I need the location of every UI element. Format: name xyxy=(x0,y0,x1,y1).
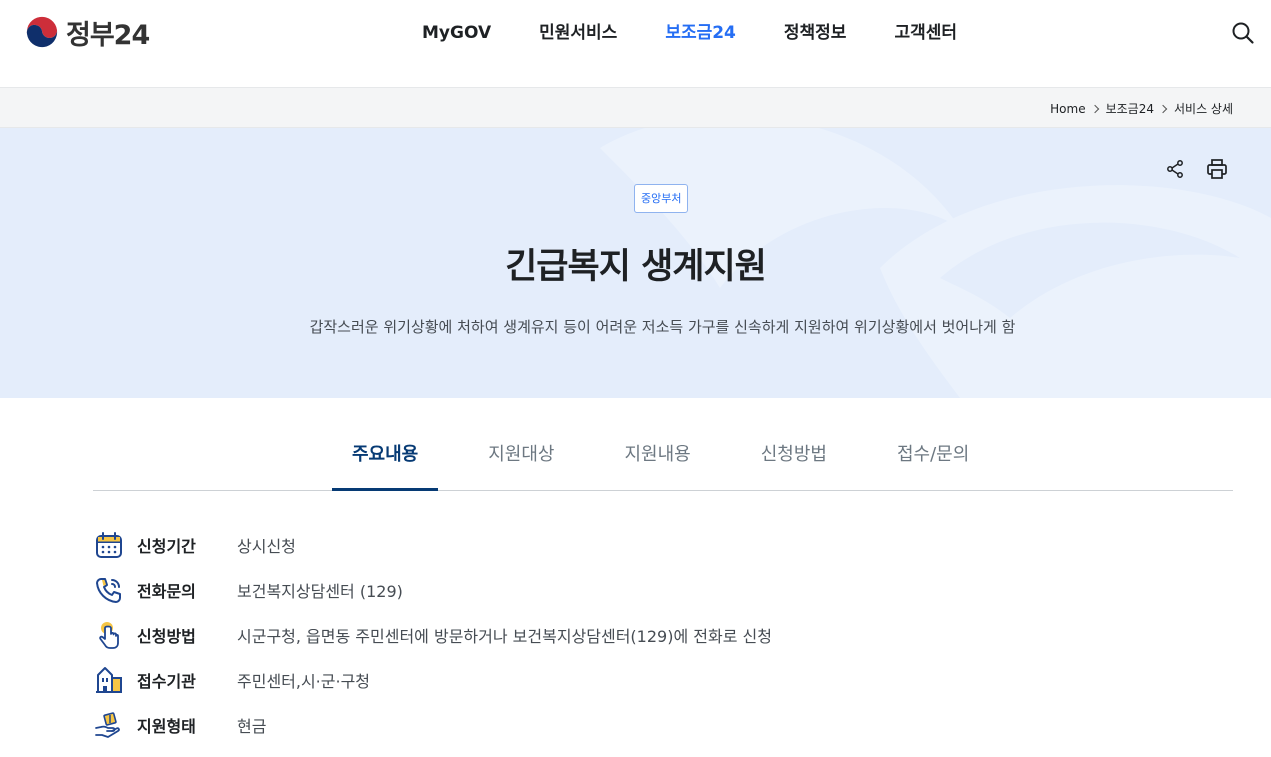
breadcrumb: Home 보조금24 서비스 상세 xyxy=(1050,100,1233,117)
info-row-phone-inquiry: 전화문의 보건복지상담센터 (129) xyxy=(93,567,1233,612)
info-row-application-period: 신청기간 상시신청 xyxy=(93,522,1233,567)
info-label: 전화문의 xyxy=(137,581,196,601)
service-description: 갑작스러운 위기상황에 처하여 생계유지 등이 어려운 저소득 가구를 신속하게… xyxy=(309,318,1016,336)
info-value: 보건복지상담센터 (129) xyxy=(237,581,403,601)
print-icon xyxy=(1207,159,1227,179)
nav-civil-service[interactable]: 민원서비스 xyxy=(515,20,641,46)
breadcrumb-home[interactable]: Home xyxy=(1050,102,1085,116)
share-icon xyxy=(1167,160,1183,178)
chevron-right-icon xyxy=(1090,104,1099,113)
share-button[interactable] xyxy=(1160,154,1190,184)
info-value: 주민센터,시·군·구청 xyxy=(237,671,371,691)
info-label: 신청기간 xyxy=(137,536,196,556)
service-hero: 중앙부처 긴급복지 생계지원 갑작스러운 위기상황에 처하여 생계유지 등이 어… xyxy=(0,128,1271,398)
building-icon xyxy=(96,666,122,693)
phone-icon xyxy=(96,577,121,603)
site-header: 정부24 MyGOV 민원서비스 보조금24 정책정보 고객센터 xyxy=(0,0,1271,88)
calendar-icon xyxy=(96,531,122,558)
breadcrumb-current: 서비스 상세 xyxy=(1173,102,1233,116)
tab-support-details[interactable]: 지원내용 xyxy=(605,398,711,490)
hero-actions xyxy=(1160,154,1232,184)
hand-money-icon xyxy=(95,711,120,738)
print-button[interactable] xyxy=(1202,154,1232,184)
taegeuk-logo-icon xyxy=(25,15,59,49)
info-row-support-type: 지원형태 현금 xyxy=(93,702,1233,747)
breadcrumb-subsidy24[interactable]: 보조금24 xyxy=(1106,100,1154,117)
nav-mygov[interactable]: MyGOV xyxy=(398,20,515,46)
logo-text: 정부24 xyxy=(66,19,150,51)
tab-contact[interactable]: 접수/문의 xyxy=(877,398,989,490)
breadcrumb-bar: Home 보조금24 서비스 상세 xyxy=(0,88,1271,128)
info-value: 현금 xyxy=(237,716,267,736)
info-row-receiving-agency: 접수기관 주민센터,시·군·구청 xyxy=(93,657,1233,702)
nav-policy-info[interactable]: 정책정보 xyxy=(760,20,871,46)
tab-list: 주요내용 지원대상 지원내용 신청방법 접수/문의 xyxy=(332,398,1019,491)
nav-customer-center[interactable]: 고객센터 xyxy=(870,20,981,46)
search-icon[interactable] xyxy=(1230,20,1256,46)
info-label: 신청방법 xyxy=(137,626,196,646)
info-label: 지원형태 xyxy=(137,716,196,736)
chevron-right-icon xyxy=(1158,104,1168,113)
page-title: 긴급복지 생계지원 xyxy=(505,247,767,287)
info-label: 접수기관 xyxy=(137,671,196,691)
ministry-badge: 중앙부처 xyxy=(634,184,689,213)
info-value: 시군구청, 읍면동 주민센터에 방문하거나 보건복지상담센터(129)에 전화로… xyxy=(237,626,772,646)
hand-pointer-icon xyxy=(99,621,119,649)
main-navigation: MyGOV 민원서비스 보조금24 정책정보 고객센터 xyxy=(398,20,981,46)
tab-main-content[interactable]: 주요내용 xyxy=(332,398,439,491)
site-logo[interactable]: 정부24 xyxy=(24,14,150,51)
info-row-application-method: 신청방법 시군구청, 읍면동 주민센터에 방문하거나 보건복지상담센터(129)… xyxy=(93,612,1233,657)
tab-eligibility[interactable]: 지원대상 xyxy=(468,398,574,490)
tab-application-method[interactable]: 신청방법 xyxy=(741,398,847,490)
info-value: 상시신청 xyxy=(237,536,296,556)
content-tabs: 주요내용 지원대상 지원내용 신청방법 접수/문의 xyxy=(93,398,1233,491)
nav-subsidy24[interactable]: 보조금24 xyxy=(641,20,760,46)
key-info-list: 신청기간 상시신청 전화문의 보건복지상담센터 (129) 신청방법 시군구청,… xyxy=(93,522,1233,747)
